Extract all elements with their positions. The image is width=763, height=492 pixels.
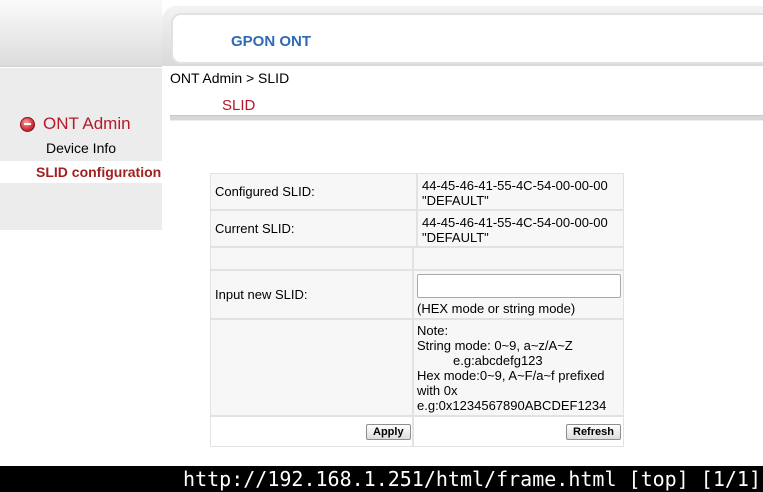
spacer-cell [413, 247, 624, 270]
new-slid-hint: (HEX mode or string mode) [417, 301, 576, 316]
note-string-example: e.g:abcdefg123 [453, 353, 543, 368]
menu-group-ont-admin[interactable]: ONT Admin [20, 114, 131, 134]
configured-slid-value-line2: "DEFAULT" [422, 193, 489, 208]
sidebar-item-device-info[interactable]: Device Info [0, 137, 162, 159]
note-hex-prefix: with 0x [417, 383, 458, 398]
current-slid-value-line1: 44-45-46-41-55-4C-54-00-00-00 [422, 215, 608, 230]
sidebar-logo-area [0, 0, 162, 67]
menu-group-label[interactable]: ONT Admin [43, 114, 131, 134]
configured-slid-label: Configured SLID: [210, 173, 417, 210]
sidebar-item-slid-configuration[interactable]: SLID configuration [0, 161, 162, 183]
configured-slid-value-line1: 44-45-46-41-55-4C-54-00-00-00 [422, 178, 608, 193]
section-heading: SLID [222, 97, 256, 114]
new-slid-input[interactable] [417, 274, 621, 298]
new-slid-cell: (HEX mode or string mode) [413, 270, 624, 319]
sidebar-menu: ONT Admin Device Info SLID configuration [0, 68, 162, 230]
new-slid-label: Input new SLID: [210, 270, 413, 319]
refresh-button[interactable]: Refresh [566, 424, 621, 440]
note-hex-example: e.g:0x1234567890ABCDEF1234 [417, 398, 607, 413]
note-title: Note: [417, 323, 449, 338]
note-string-mode: String mode: 0~9, a~z/A~Z [417, 338, 573, 353]
note-hex-mode: Hex mode:0~9, A~F/a~f prefixed [417, 368, 605, 383]
current-slid-value-line2: "DEFAULT" [422, 230, 489, 245]
breadcrumb: ONT Admin > SLID [170, 70, 290, 86]
current-slid-value: 44-45-46-41-55-4C-54-00-00-00 "DEFAULT" [417, 210, 624, 247]
divider [170, 115, 763, 121]
configured-slid-value: 44-45-46-41-55-4C-54-00-00-00 "DEFAULT" [417, 173, 624, 210]
apply-button[interactable]: Apply [366, 424, 411, 440]
empty-cell [210, 319, 413, 416]
status-bar: http://192.168.1.251/html/frame.html [to… [0, 466, 763, 492]
note-cell: Note: String mode: 0~9, a~z/A~Z e.g:abcd… [413, 319, 624, 416]
current-slid-label: Current SLID: [210, 210, 417, 247]
page-title: GPON ONT [231, 33, 312, 50]
collapse-minus-icon[interactable] [20, 116, 35, 132]
slid-form: Configured SLID: 44-45-46-41-55-4C-54-00… [210, 173, 624, 447]
spacer-cell [210, 247, 413, 270]
status-url: http://192.168.1.251/html/frame.html [to… [183, 467, 761, 491]
